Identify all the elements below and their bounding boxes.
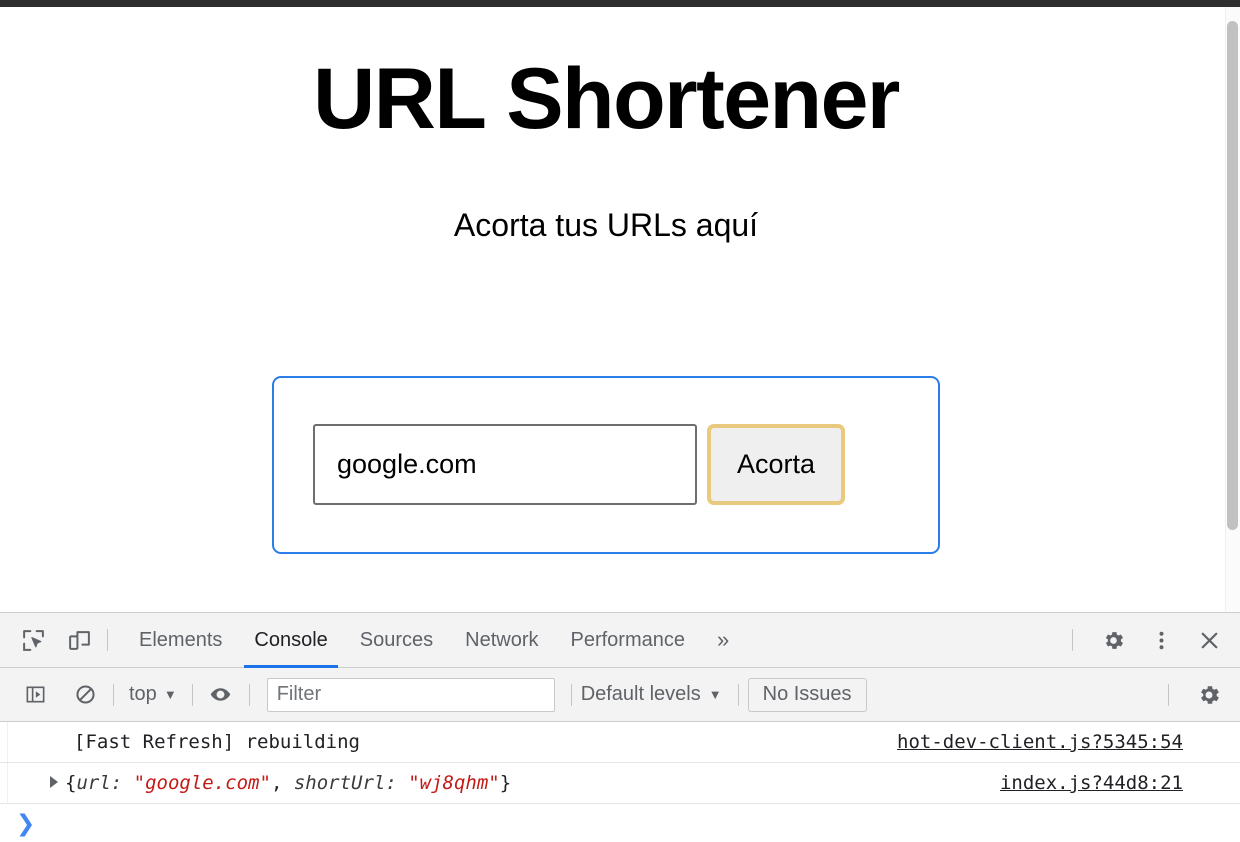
console-message-source-link[interactable]: index.js?44d8:21 (1000, 772, 1183, 794)
console-message-text: [Fast Refresh] rebuilding (74, 731, 360, 753)
tab-network[interactable]: Network (449, 613, 554, 668)
device-toolbar-icon[interactable] (60, 621, 98, 659)
issues-status-button[interactable]: No Issues (747, 677, 867, 712)
devtools-tab-list: Elements Console Sources Network Perform… (123, 613, 745, 668)
shorten-form-container: Acorta (272, 376, 940, 554)
console-message-list: [Fast Refresh] rebuilding hot-dev-client… (0, 722, 1240, 842)
toolbar-divider (1168, 683, 1169, 706)
object-comma: , (270, 772, 294, 794)
row-gutter (0, 763, 8, 803)
page-content: URL Shortener Acorta tus URLs aquí Acort… (0, 7, 1212, 612)
console-message-row[interactable]: [Fast Refresh] rebuilding hot-dev-client… (0, 722, 1240, 763)
shorten-form-row: Acorta (313, 424, 845, 505)
toolbar-divider (737, 683, 739, 706)
console-object-preview: {url: "google.com", shortUrl: "wj8qhm"} (0, 772, 511, 794)
toolbar-divider (570, 683, 572, 706)
tab-performance[interactable]: Performance (555, 613, 702, 668)
console-sidebar-icon[interactable] (16, 676, 54, 714)
page-scrollbar-thumb[interactable] (1227, 21, 1238, 530)
object-value-shorturl: "wj8qhm" (408, 772, 500, 794)
object-key-url: url: (76, 772, 134, 794)
devtools-tabbar-actions (1063, 621, 1240, 659)
toolbar-divider (191, 683, 193, 706)
console-filter-toolbar: top ▼ Default levels ▼ No Issues (0, 668, 1240, 722)
chevron-down-icon: ▼ (163, 687, 177, 702)
browser-chrome-strip (0, 0, 1240, 7)
log-levels-label: Default levels (580, 683, 701, 705)
execution-context-selector[interactable]: top ▼ (123, 683, 183, 706)
page-title: URL Shortener (313, 51, 900, 147)
console-filter-input[interactable] (266, 677, 555, 712)
console-message-source-link[interactable]: hot-dev-client.js?5345:54 (897, 731, 1183, 753)
row-gutter (0, 722, 8, 762)
url-input[interactable] (313, 424, 697, 505)
console-message-row[interactable]: {url: "google.com", shortUrl: "wj8qhm"} … (0, 763, 1240, 804)
inspect-element-icon[interactable] (14, 621, 52, 659)
toolbar-divider (1072, 629, 1073, 651)
object-close-brace: } (499, 772, 512, 794)
close-icon[interactable] (1190, 621, 1228, 659)
toolbar-divider (113, 683, 114, 706)
console-settings-area (1159, 676, 1240, 714)
gear-icon[interactable] (1094, 621, 1132, 659)
page-viewport: URL Shortener Acorta tus URLs aquí Acort… (0, 7, 1240, 612)
tab-elements[interactable]: Elements (123, 613, 238, 668)
object-value-url: "google.com" (133, 772, 271, 794)
devtools-panel: Elements Console Sources Network Perform… (0, 612, 1240, 842)
clear-console-icon[interactable] (66, 676, 104, 714)
execution-context-label: top (129, 683, 157, 705)
tab-sources[interactable]: Sources (344, 613, 449, 668)
live-expression-icon[interactable] (202, 676, 240, 714)
gear-icon[interactable] (1190, 676, 1228, 714)
devtools-tabbar: Elements Console Sources Network Perform… (0, 613, 1240, 668)
kebab-menu-icon[interactable] (1142, 621, 1180, 659)
console-input-prompt[interactable]: ❯ (0, 804, 1240, 842)
shorten-submit-button[interactable]: Acorta (707, 424, 845, 505)
object-open-brace: { (65, 772, 77, 794)
toolbar-divider (248, 683, 250, 706)
page-subtitle: Acorta tus URLs aquí (453, 207, 759, 243)
expand-triangle-icon[interactable] (50, 776, 58, 788)
toolbar-divider (107, 629, 108, 651)
log-levels-selector[interactable]: Default levels ▼ (581, 683, 722, 706)
browser-window: URL Shortener Acorta tus URLs aquí Acort… (0, 0, 1240, 842)
prompt-chevron-icon: ❯ (16, 810, 36, 837)
object-key-shorturl: shortUrl: (293, 772, 409, 794)
page-scrollbar[interactable] (1225, 7, 1240, 612)
more-tabs-icon[interactable]: » (701, 613, 745, 668)
tab-console[interactable]: Console (238, 613, 343, 668)
chevron-down-icon: ▼ (708, 687, 722, 702)
